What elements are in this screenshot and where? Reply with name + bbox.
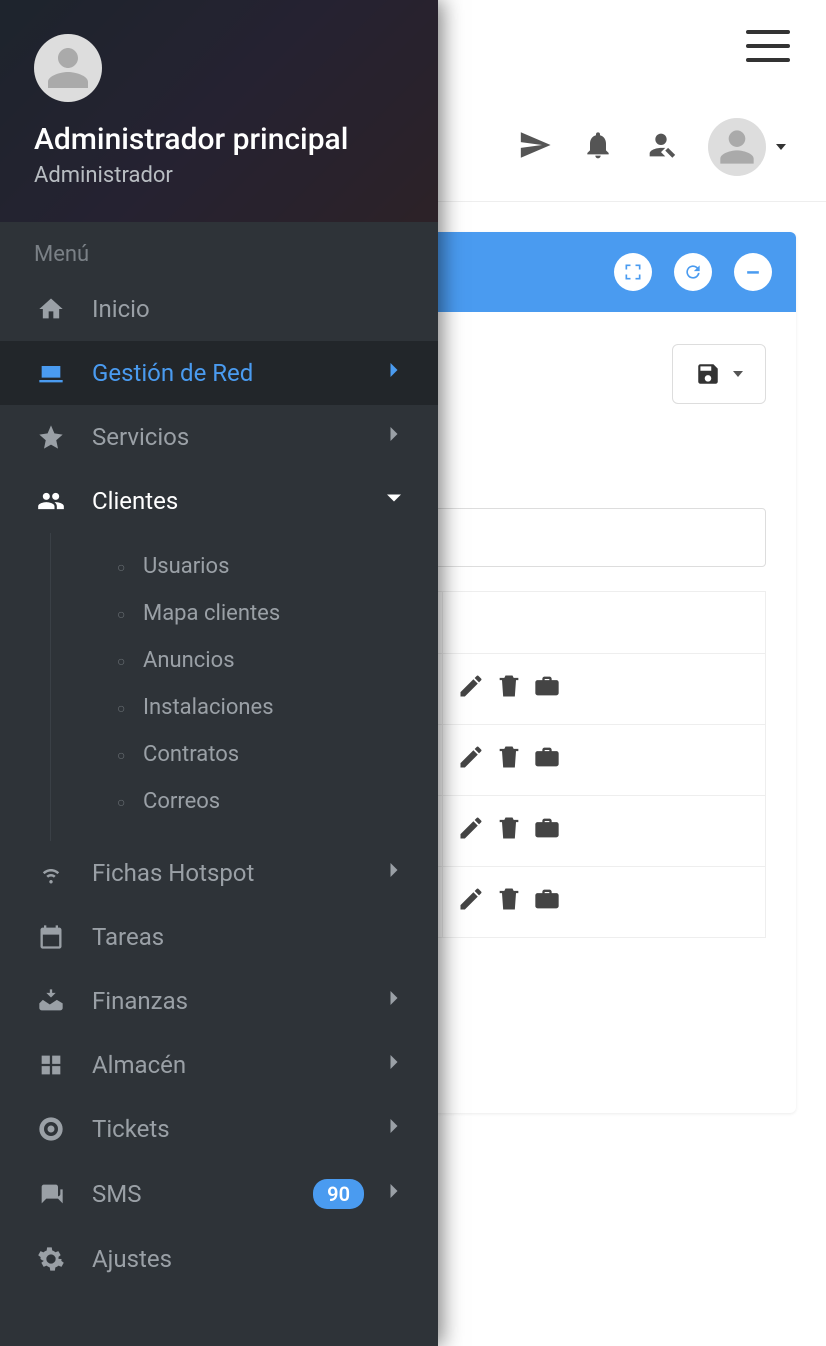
submenu-item-mapa-clientes[interactable]: Mapa clientes (121, 590, 438, 637)
user-menu[interactable] (708, 118, 786, 176)
sidebar-item-fichas-hotspot[interactable]: Fichas Hotspot (0, 841, 438, 905)
column-actions (443, 592, 766, 654)
tools-button[interactable] (533, 814, 561, 848)
collapse-button[interactable] (734, 253, 772, 291)
money-icon (34, 987, 68, 1015)
submenu-item-correos[interactable]: Correos (121, 778, 438, 825)
bell-icon[interactable] (582, 129, 614, 165)
chevron-right-icon (380, 1177, 408, 1211)
sidebar-item-servicios[interactable]: Servicios (0, 405, 438, 469)
users-icon (34, 487, 68, 515)
expand-button[interactable] (614, 253, 652, 291)
laptop-icon (34, 359, 68, 387)
tools-button[interactable] (533, 885, 561, 919)
save-icon (695, 361, 721, 387)
chat-icon (34, 1180, 68, 1208)
sidebar-item-almacen[interactable]: Almacén (0, 1033, 438, 1097)
sidebar: Administrador principal Administrador Me… (0, 0, 438, 1346)
sidebar-item-inicio[interactable]: Inicio (0, 277, 438, 341)
edit-button[interactable] (457, 672, 485, 706)
delete-button[interactable] (495, 814, 523, 848)
sidebar-item-clientes[interactable]: Clientes (0, 469, 438, 533)
sms-badge: 90 (313, 1179, 364, 1209)
send-icon[interactable] (518, 128, 552, 166)
chevron-right-icon (380, 420, 408, 454)
tools-button[interactable] (533, 672, 561, 706)
edit-button[interactable] (457, 885, 485, 919)
user-tag-icon[interactable] (644, 128, 678, 166)
home-icon (34, 295, 68, 323)
refresh-button[interactable] (674, 253, 712, 291)
chevron-down-icon (380, 484, 408, 518)
user-name: Administrador principal (34, 122, 404, 157)
caret-down-icon (733, 371, 743, 377)
delete-button[interactable] (495, 743, 523, 777)
submenu-item-usuarios[interactable]: Usuarios (121, 543, 438, 590)
lifebuoy-icon (34, 1115, 68, 1143)
tools-button[interactable] (533, 743, 561, 777)
avatar (708, 118, 766, 176)
delete-button[interactable] (495, 672, 523, 706)
submenu-item-contratos[interactable]: Contratos (121, 731, 438, 778)
sidebar-item-ajustes[interactable]: Ajustes (0, 1227, 438, 1291)
edit-button[interactable] (457, 814, 485, 848)
avatar (34, 34, 102, 102)
sidebar-item-sms[interactable]: SMS 90 (0, 1161, 438, 1227)
boxes-icon (34, 1051, 68, 1079)
star-icon (34, 423, 68, 451)
chevron-right-icon (380, 856, 408, 890)
edit-button[interactable] (457, 743, 485, 777)
chevron-right-icon (380, 356, 408, 390)
chevron-right-icon (380, 1112, 408, 1146)
sidebar-item-finanzas[interactable]: Finanzas (0, 969, 438, 1033)
sidebar-item-tickets[interactable]: Tickets (0, 1097, 438, 1161)
delete-button[interactable] (495, 885, 523, 919)
hamburger-menu[interactable] (746, 30, 790, 62)
gear-icon (34, 1245, 68, 1273)
wifi-icon (34, 859, 68, 887)
sidebar-item-gestion-de-red[interactable]: Gestión de Red (0, 341, 438, 405)
chevron-right-icon (380, 984, 408, 1018)
chevron-right-icon (380, 1048, 408, 1082)
caret-down-icon (776, 144, 786, 150)
export-dropdown[interactable] (672, 344, 766, 404)
submenu-item-anuncios[interactable]: Anuncios (121, 637, 438, 684)
submenu-item-instalaciones[interactable]: Instalaciones (121, 684, 438, 731)
menu-label: Menú (0, 222, 438, 277)
user-role: Administrador (34, 163, 404, 188)
calendar-icon (34, 923, 68, 951)
sidebar-item-tareas[interactable]: Tareas (0, 905, 438, 969)
